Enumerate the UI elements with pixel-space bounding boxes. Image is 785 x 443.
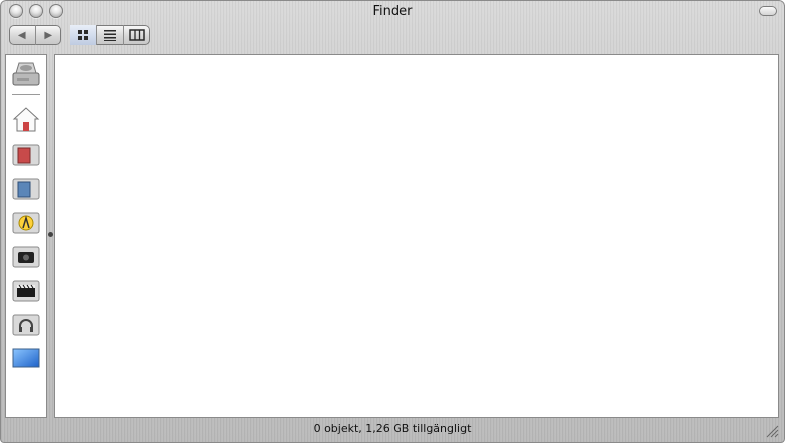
sidebar-item-hard-drive[interactable] bbox=[10, 58, 42, 88]
sidebar-item-red-folder[interactable] bbox=[10, 138, 42, 168]
file-browser-content[interactable] bbox=[54, 54, 779, 418]
sidebar-splitter[interactable] bbox=[47, 54, 54, 418]
movies-folder-icon bbox=[12, 280, 40, 302]
camera-folder-icon bbox=[12, 246, 40, 268]
sidebar-item-applications[interactable] bbox=[10, 206, 42, 236]
sidebar-item-blue-folder[interactable] bbox=[10, 172, 42, 202]
forward-button[interactable]: ▶ bbox=[36, 25, 62, 45]
red-folder-icon bbox=[12, 144, 40, 166]
hard-drive-icon bbox=[12, 62, 40, 86]
title-bar[interactable]: Finder bbox=[0, 0, 785, 24]
column-view-button[interactable] bbox=[124, 25, 150, 45]
triangle-left-icon: ◀ bbox=[17, 29, 26, 41]
status-bar-text: 0 objekt, 1,26 GB tillgängligt bbox=[313, 422, 472, 435]
blue-folder-icon bbox=[12, 178, 40, 200]
sidebar-item-pictures[interactable] bbox=[10, 240, 42, 270]
list-view-icon bbox=[104, 30, 116, 41]
sidebar-separator bbox=[12, 94, 40, 95]
back-forward-control: ◀ ▶ bbox=[9, 25, 61, 45]
toolbar: ◀ ▶ bbox=[0, 24, 785, 52]
column-view-icon bbox=[129, 29, 145, 41]
view-mode-control bbox=[70, 25, 150, 45]
toolbar-toggle-button[interactable] bbox=[759, 6, 777, 16]
triangle-right-icon: ▶ bbox=[44, 29, 53, 41]
applications-folder-icon bbox=[12, 212, 40, 234]
home-icon bbox=[12, 107, 40, 132]
splitter-handle-dot bbox=[48, 232, 53, 237]
music-folder-icon bbox=[12, 314, 40, 336]
list-view-button[interactable] bbox=[97, 25, 123, 45]
desktop-icon bbox=[12, 348, 40, 368]
finder-window: Finder ◀ ▶ 0 objekt, 1,26 GB tillgänglig… bbox=[0, 0, 785, 443]
sidebar-item-home[interactable] bbox=[10, 104, 42, 134]
resize-grip-icon bbox=[766, 425, 779, 438]
sidebar-item-desktop[interactable] bbox=[10, 342, 42, 372]
back-button[interactable]: ◀ bbox=[9, 25, 35, 45]
window-title: Finder bbox=[372, 4, 413, 19]
icon-view-icon bbox=[78, 30, 88, 40]
sidebar bbox=[5, 54, 47, 418]
icon-view-button[interactable] bbox=[70, 25, 96, 45]
resize-grip[interactable] bbox=[765, 423, 779, 438]
sidebar-item-music[interactable] bbox=[10, 308, 42, 338]
sidebar-item-movies[interactable] bbox=[10, 274, 42, 304]
